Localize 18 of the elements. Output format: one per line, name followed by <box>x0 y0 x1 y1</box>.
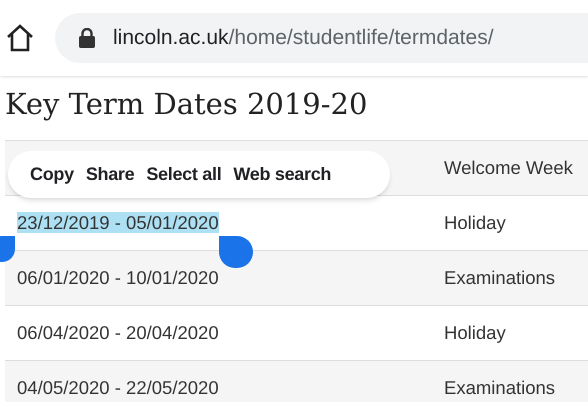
table-cell: 04/05/2020 - 22/05/2020 <box>17 377 219 398</box>
menu-item[interactable]: Select all <box>146 161 222 188</box>
table-cell-text: Holiday <box>443 321 506 346</box>
page-heading: Key Term Dates 2019-20 <box>5 86 368 123</box>
menu-item[interactable]: Web search <box>233 161 332 188</box>
menu-item[interactable]: Copy <box>30 161 74 188</box>
table-cell: 06/01/2020 - 10/01/2020 <box>17 267 219 288</box>
table-cell-text: Welcome Week <box>443 156 573 180</box>
home-icon[interactable] <box>5 23 35 53</box>
table-cell-text: Examinations <box>443 266 556 290</box>
table-cell-text: Holiday <box>443 211 506 236</box>
address-bar[interactable]: lincoln.ac.uk/home/studentlife/termdates/ <box>55 13 588 63</box>
table-cell-text: Examinations <box>443 376 556 400</box>
menu-item[interactable]: Share <box>86 161 134 188</box>
url-text: lincoln.ac.uk/home/studentlife/termdates/ <box>113 25 494 52</box>
lock-icon <box>79 28 95 48</box>
selection-handle[interactable] <box>218 236 253 268</box>
table-cell: 06/04/2020 - 20/04/2020 <box>17 322 219 344</box>
